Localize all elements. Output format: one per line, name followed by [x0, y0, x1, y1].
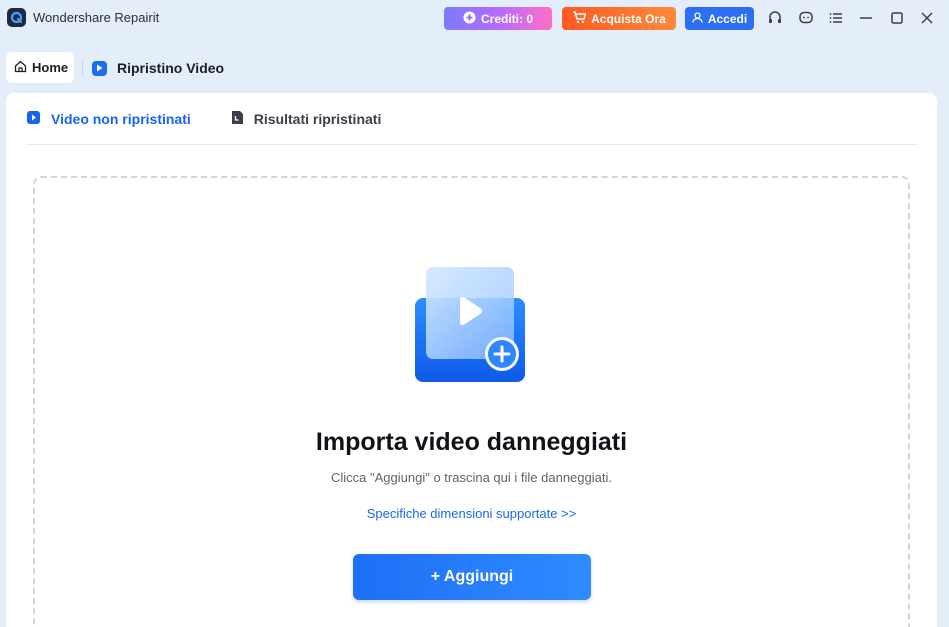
credits-button[interactable]: Crediti: 0: [444, 7, 552, 30]
drop-zone[interactable]: Importa video danneggiati Clicca "Aggiun…: [33, 176, 910, 627]
supported-specs-link[interactable]: Specifiche dimensioni supportate >>: [35, 506, 908, 521]
cart-icon: [572, 10, 587, 27]
video-repair-icon: [92, 60, 107, 76]
app-title: Wondershare Repairit: [33, 10, 160, 25]
tab-repair-results[interactable]: Risultati ripristinati: [231, 109, 382, 129]
home-tab[interactable]: Home: [6, 52, 74, 83]
close-icon[interactable]: [918, 9, 936, 27]
tab-divider: [82, 60, 83, 76]
subtab-divider: [26, 144, 918, 145]
maximize-icon[interactable]: [888, 9, 906, 27]
login-label: Accedi: [707, 11, 748, 26]
subtab-bar: Video non ripristinati Risultati riprist…: [26, 109, 381, 129]
buy-now-button[interactable]: Acquista Ora: [562, 7, 676, 30]
dropzone-title: Importa video danneggiati: [315, 428, 628, 456]
user-icon: [692, 11, 703, 26]
document-icon: [231, 110, 244, 128]
add-button[interactable]: + Aggiungi: [353, 554, 591, 600]
credits-label: Crediti: 0: [480, 11, 533, 26]
dropzone-subtitle: Clicca "Aggiungi" o trascina qui i file …: [331, 470, 612, 485]
module-tab-video-repair[interactable]: Ripristino Video: [92, 58, 224, 78]
video-file-icon: [26, 110, 41, 128]
home-icon: [14, 60, 27, 76]
minimize-icon[interactable]: [857, 9, 875, 27]
home-label: Home: [32, 60, 69, 75]
tab-results-label: Risultati ripristinati: [253, 111, 382, 127]
menu-icon[interactable]: [827, 9, 845, 27]
plus-circle-icon: [463, 11, 476, 27]
title-bar: Wondershare Repairit Crediti: 0 Acquista…: [0, 0, 949, 36]
repairit-logo-icon: [7, 8, 26, 27]
login-button[interactable]: Accedi: [685, 7, 754, 30]
main-panel: Video non ripristinati Risultati riprist…: [6, 93, 937, 627]
tab-unrepaired-videos[interactable]: Video non ripristinati: [26, 109, 191, 129]
video-add-illustration-icon: [413, 265, 531, 383]
tab-unrepaired-label: Video non ripristinati: [51, 111, 191, 127]
chat-icon[interactable]: [797, 9, 815, 27]
module-label: Ripristino Video: [117, 60, 225, 76]
buy-label: Acquista Ora: [591, 11, 666, 26]
headset-icon[interactable]: [766, 9, 784, 27]
